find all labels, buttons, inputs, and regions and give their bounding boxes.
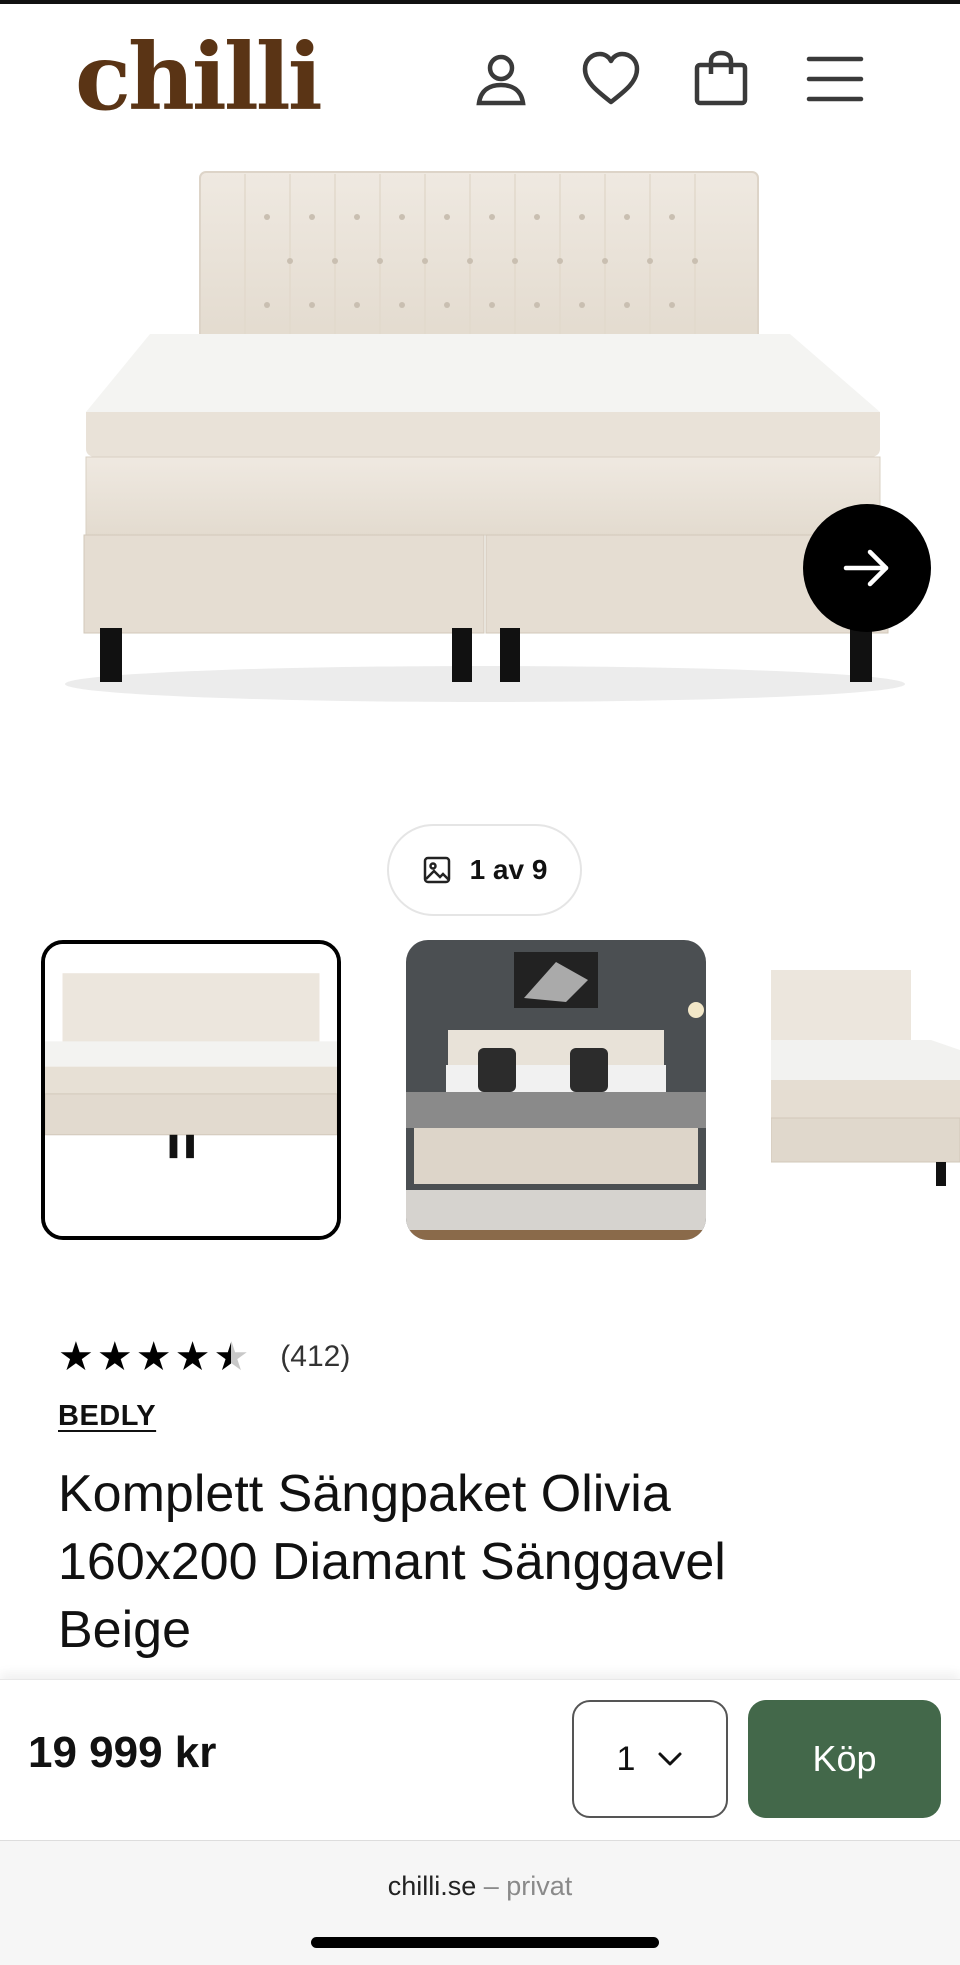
thumbnail-2[interactable]	[406, 940, 706, 1240]
url-text: chilli.se – privat	[0, 1871, 960, 1902]
buy-bar: 19 999 kr 1 Köp	[0, 1679, 960, 1840]
thumbnail-3[interactable]	[771, 940, 960, 1240]
price: 19 999 kr	[28, 1728, 217, 1777]
star-icon: ★	[58, 1335, 94, 1379]
bag-icon	[694, 50, 748, 106]
heart-icon	[582, 51, 640, 105]
image-icon	[423, 856, 450, 884]
wishlist-button[interactable]	[576, 44, 646, 114]
half-star-icon: ★	[213, 1335, 250, 1379]
next-image-button[interactable]	[803, 504, 931, 632]
arrow-right-icon	[843, 549, 889, 587]
product-gallery[interactable]	[0, 144, 960, 824]
account-button[interactable]	[466, 44, 536, 114]
thumbnail-2-image	[406, 940, 706, 1240]
brand-link[interactable]: BEDLY	[58, 1400, 156, 1433]
menu-button[interactable]	[800, 44, 870, 114]
star-icon: ★	[135, 1335, 172, 1379]
browser-address-bar[interactable]: chilli.se – privat	[0, 1840, 960, 1965]
url-domain: chilli.se	[387, 1871, 477, 1901]
chevron-down-icon	[658, 1752, 682, 1766]
site-header: chilli	[0, 4, 960, 144]
review-count[interactable]: (412)	[280, 1340, 350, 1374]
quantity-select[interactable]: 1	[572, 1700, 728, 1818]
star-icon: ★	[174, 1335, 211, 1379]
image-counter[interactable]: 1 av 9	[387, 824, 582, 916]
menu-icon	[806, 56, 864, 102]
thumbnail-3-image	[771, 940, 960, 1240]
image-counter-text: 1 av 9	[469, 854, 548, 885]
user-icon	[476, 54, 526, 106]
home-indicator[interactable]	[311, 1937, 659, 1948]
product-title: Komplett Sängpaket Olivia 160x200 Diaman…	[58, 1465, 726, 1659]
chilli-logo[interactable]: chilli	[75, 22, 323, 132]
rating[interactable]: ★ ★ ★ ★ ★ (412)	[58, 1335, 350, 1379]
cart-button[interactable]	[686, 44, 756, 114]
buy-button[interactable]: Köp	[748, 1700, 941, 1818]
product-image	[65, 171, 905, 702]
url-suffix: – privat	[483, 1871, 573, 1901]
thumbnail-1[interactable]	[41, 940, 341, 1240]
thumbnail-1-image	[45, 944, 337, 1236]
star-icon: ★	[96, 1335, 133, 1379]
quantity-value: 1	[616, 1739, 636, 1778]
